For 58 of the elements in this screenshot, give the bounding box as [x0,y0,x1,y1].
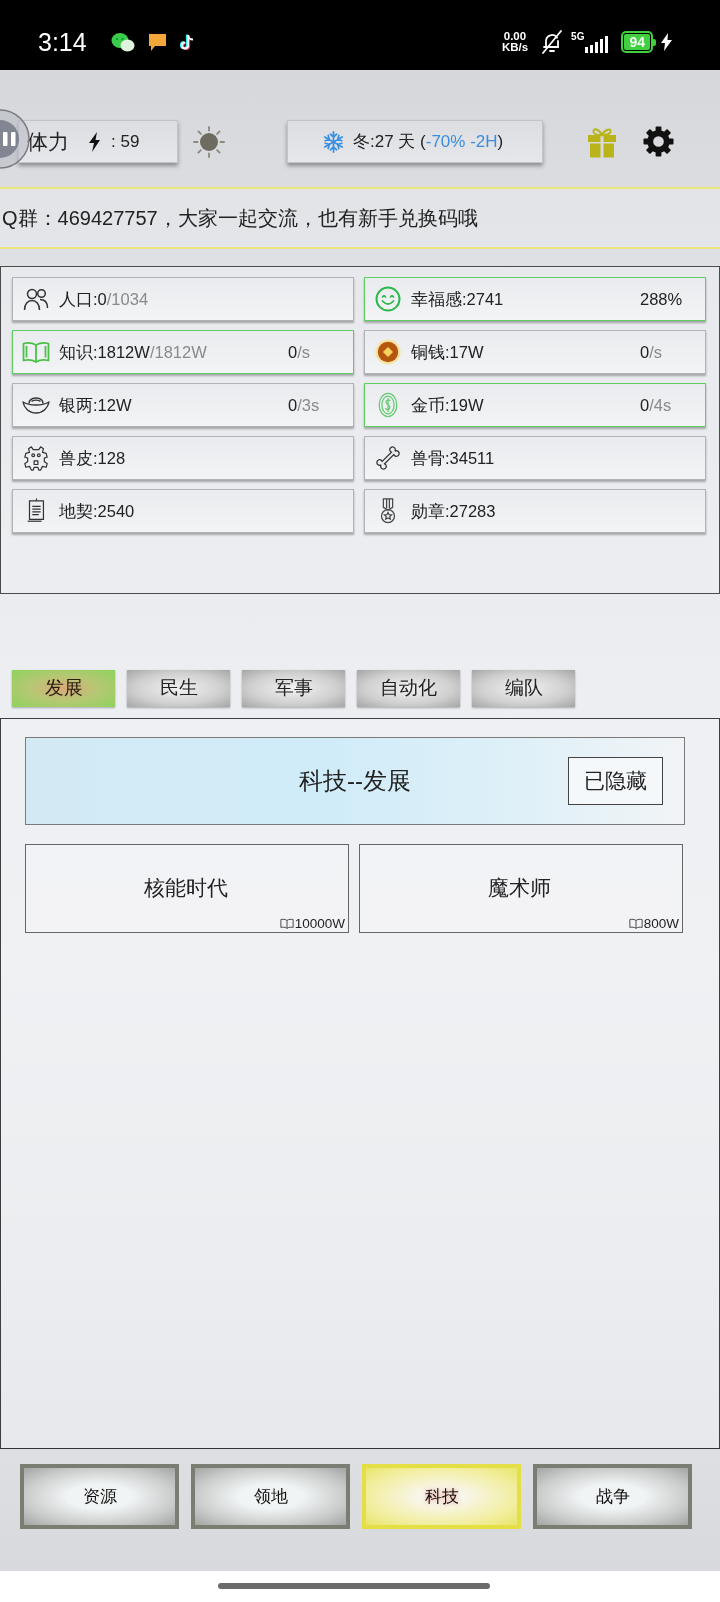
rate-text: 0/s [640,343,664,361]
tech-name: 魔术师 [488,875,551,901]
animal-hide-icon [22,445,50,471]
tech-header-title: 科技--发展 [299,766,411,796]
rate-text: 0/4s [640,396,673,414]
category-tab[interactable]: 民生 [127,670,230,707]
category-tab[interactable]: 军事 [242,670,345,707]
resource-text: 金币:19W [411,396,485,414]
lightning-icon [88,131,101,152]
season-text: 冬:27 天 (-70% -2H) [353,133,504,150]
resource-text: 兽皮:128 [59,449,127,467]
smiley-icon [374,286,402,312]
rate-text: 0/s [288,343,312,361]
book-icon [628,917,643,929]
nav-tab[interactable]: 资源 [20,1464,179,1529]
tech-cost: 800W [643,916,679,930]
book-icon [22,339,50,365]
tech-cost: 10000W [294,916,345,930]
wechat-icon [110,31,135,53]
resource-text: 幸福感:2741 [411,290,505,308]
settings-icon[interactable] [643,126,674,157]
snowflake-icon [322,129,345,154]
network-type: 5G [571,32,585,42]
charging-icon [661,33,672,51]
tech-card[interactable]: 魔术师 800W [359,844,683,933]
category-tab[interactable]: 编队 [472,670,575,707]
resource-text: 铜钱:17W [411,343,485,361]
nav-tab[interactable]: 科技 [362,1464,521,1529]
notice-text: Q群：469427757，大家一起交流，也有新手兑换码哦 [2,206,478,230]
resource-text: 地契:2540 [59,502,136,520]
tech-card[interactable]: 核能时代 10000W [25,844,349,933]
bell-off-icon [540,30,565,54]
bone-icon [374,445,402,471]
sun-icon [193,125,225,158]
resource-text: 知识:1812W/1812W [59,343,208,361]
battery-percent: 94 [624,34,650,50]
stamina-label: 体力 [27,131,69,152]
category-tab[interactable]: 发展 [12,670,115,707]
rate-text: 288% [640,290,684,308]
status-time: 3:14 [38,29,87,55]
stamina-value: : 59 [111,133,140,150]
resource-text: 银两:12W [59,396,133,414]
message-icon [148,33,166,51]
network-speed-unit: KB/s [501,42,529,54]
resource-text: 兽骨:34511 [411,449,496,467]
people-icon [22,286,50,312]
visibility-toggle-button[interactable]: 已隐藏 [568,757,663,805]
network-speed: 0.00 [503,30,527,42]
book-icon [279,917,294,929]
coin-icon [374,339,402,365]
resource-text: 勋章:27283 [411,502,497,520]
category-tab[interactable]: 自动化 [357,670,460,707]
nav-tab[interactable]: 领地 [191,1464,350,1529]
music-note-icon [179,33,195,51]
nav-tab[interactable]: 战争 [533,1464,692,1529]
rate-text: 0/3s [288,396,321,414]
tech-name: 核能时代 [143,875,228,901]
resource-text: 人口:0/1034 [59,290,150,308]
